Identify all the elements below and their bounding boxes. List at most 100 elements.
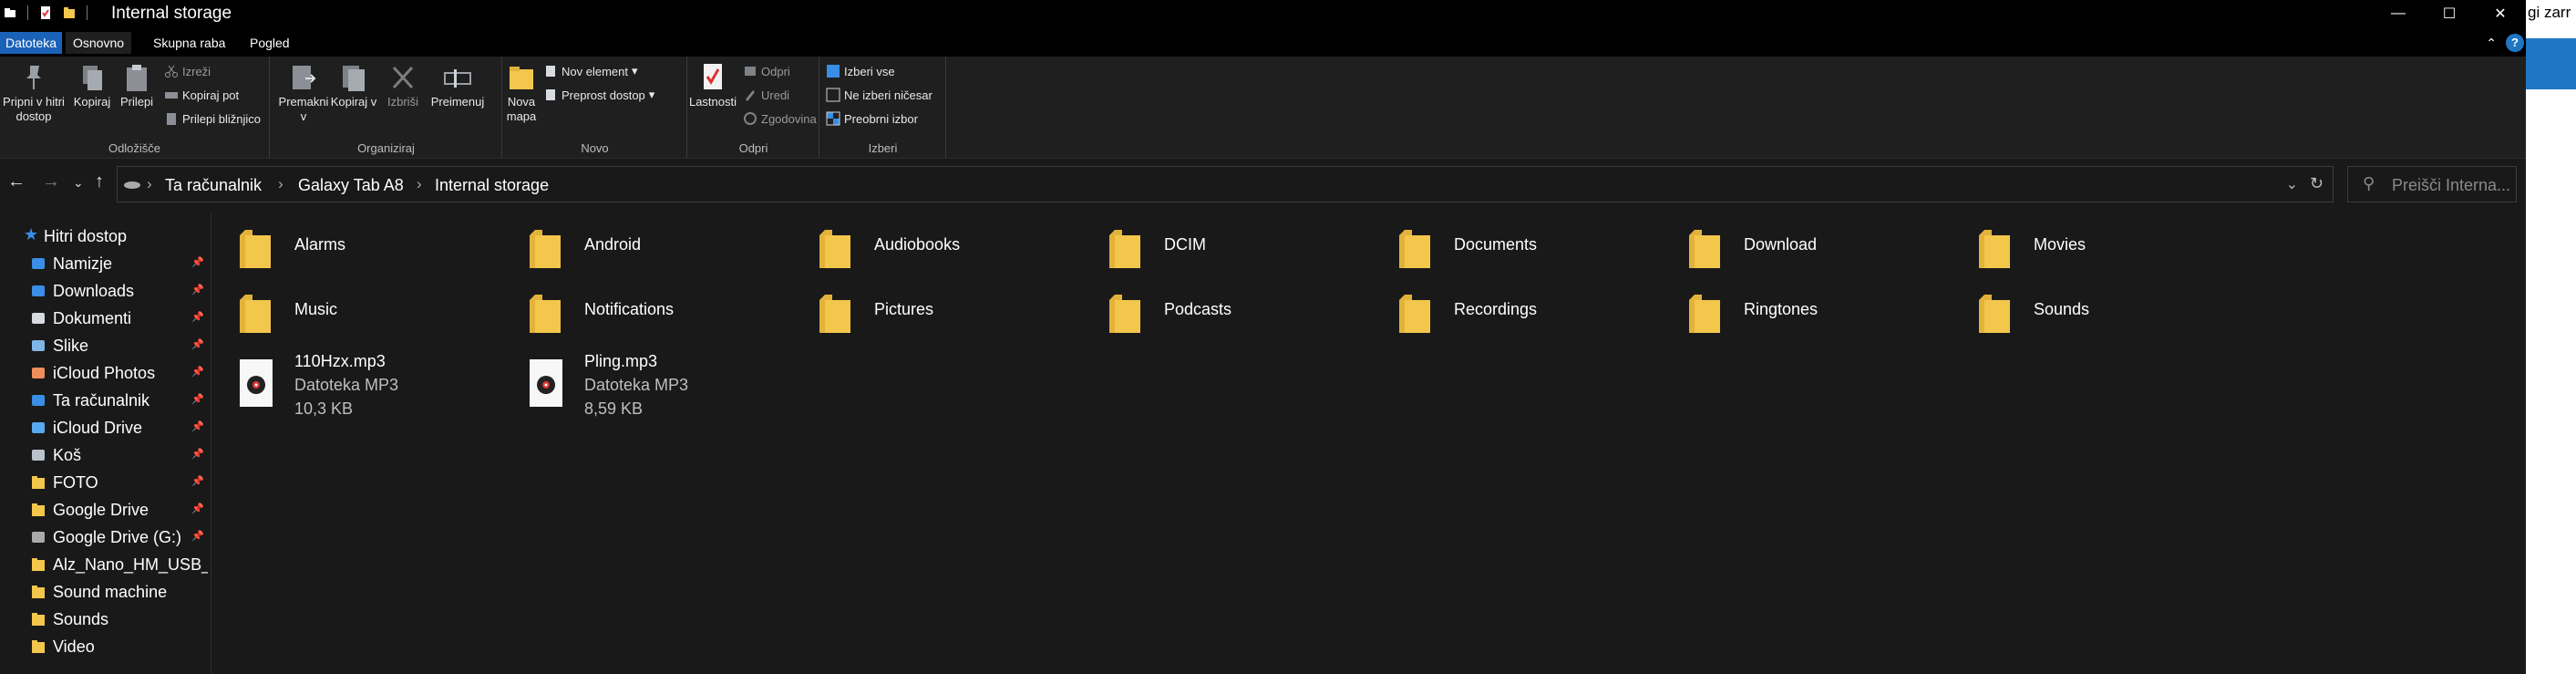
tab-share[interactable]: Skupna raba <box>146 32 232 54</box>
help-icon[interactable]: ? <box>2506 34 2524 52</box>
new-group: Nova mapa Nov element ▾ Preprost dostop … <box>503 57 687 159</box>
sidebar-item[interactable]: Google Drive 📌 <box>0 496 211 524</box>
properties-quick-icon[interactable] <box>39 5 52 20</box>
breadcrumb-this-pc[interactable]: Ta računalnik <box>165 176 262 195</box>
sidebar-item[interactable]: Koš 📌 <box>0 441 211 469</box>
address-bar[interactable]: › Ta računalnik › Galaxy Tab A8 › Intern… <box>117 166 2334 202</box>
up-arrow-icon[interactable]: ↑ <box>95 171 104 192</box>
select-all-icon <box>826 64 840 78</box>
tab-file[interactable]: Datoteka <box>0 32 63 54</box>
sidebar-item-label: Sounds <box>53 610 109 628</box>
close-button[interactable]: ✕ <box>2475 0 2526 27</box>
ribbon: Pripni v hitri dostop Kopiraj Prilepi Iz… <box>0 57 2526 159</box>
sidebar-item[interactable]: Alz_Nano_HM_USB_ <box>0 551 211 578</box>
sidebar-item[interactable]: Sounds <box>0 606 211 633</box>
copy-to-button[interactable]: Kopiraj v <box>329 62 378 109</box>
maximize-button[interactable]: ☐ <box>2424 0 2475 27</box>
select-all-button[interactable]: Izberi vse <box>826 64 895 78</box>
sidebar-item[interactable]: Video <box>0 633 211 660</box>
breadcrumb-galaxy-tab[interactable]: Galaxy Tab A8 <box>298 176 404 195</box>
recent-locations-chevron-icon[interactable]: ⌄ <box>73 175 84 191</box>
folder-item[interactable]: Recordings <box>1372 287 1645 351</box>
move-to-label: Premakni v <box>278 95 329 123</box>
sidebar-item[interactable]: iCloud Photos 📌 <box>0 359 211 387</box>
cut-button[interactable]: Izreži <box>164 64 211 78</box>
folder-item[interactable]: Movies <box>1952 223 2225 286</box>
folder-item[interactable]: Notifications <box>502 287 776 351</box>
pin-quick-access-button[interactable]: Pripni v hitri dostop <box>2 62 66 124</box>
folder-item[interactable]: Ringtones <box>1662 287 1935 351</box>
folder-item[interactable]: Documents <box>1372 223 1645 286</box>
select-none-icon <box>826 88 840 102</box>
refresh-icon[interactable]: ↻ <box>2310 174 2324 193</box>
folder-item[interactable]: Sounds <box>1952 287 2225 351</box>
folder-item[interactable]: Alarms <box>212 223 486 286</box>
title-bar[interactable]: Internal storage — ☐ ✕ <box>0 0 2526 27</box>
sidebar-item[interactable]: Namizje 📌 <box>0 250 211 277</box>
computer-icon <box>30 392 46 409</box>
forward-arrow-icon[interactable]: → <box>42 171 60 192</box>
move-to-button[interactable]: Premakni v <box>278 62 329 124</box>
copy-button[interactable]: Kopiraj <box>69 62 115 109</box>
paste-button[interactable]: Prilepi <box>117 62 157 109</box>
new-folder-quick-icon[interactable] <box>63 5 76 20</box>
background-app[interactable]: gi zarr <box>2526 0 2576 674</box>
open-button[interactable]: Odpri <box>743 64 790 78</box>
pin-icon: 📌 <box>191 503 204 514</box>
sidebar-item[interactable]: Sound machine <box>0 578 211 606</box>
sidebar-item[interactable]: Slike 📌 <box>0 332 211 359</box>
edit-button[interactable]: Uredi <box>743 88 789 102</box>
sidebar-quick-access[interactable]: ★ Hitri dostop <box>0 223 211 250</box>
folder-icon <box>530 287 562 338</box>
back-arrow-icon[interactable]: ← <box>7 171 26 192</box>
tab-home[interactable]: Osnovno <box>66 32 132 54</box>
paste-shortcut-button[interactable]: Prilepi bližnjico <box>164 111 261 126</box>
sidebar-item[interactable]: Downloads 📌 <box>0 277 211 305</box>
history-button[interactable]: Zgodovina <box>743 111 817 126</box>
folder-item[interactable]: Download <box>1662 223 1935 286</box>
rename-button[interactable]: Preimenuj <box>426 62 489 109</box>
sidebar-item[interactable]: iCloud Drive 📌 <box>0 414 211 441</box>
folder-item[interactable]: DCIM <box>1082 223 1355 286</box>
history-clock-icon <box>743 111 757 126</box>
invert-selection-button[interactable]: Preobrni izbor <box>826 111 918 126</box>
navigation-bar: ← → ⌄ ↑ › Ta računalnik › Galaxy Tab A8 … <box>0 162 2526 206</box>
sidebar-item[interactable]: FOTO 📌 <box>0 469 211 496</box>
new-folder-button[interactable]: Nova mapa <box>503 62 540 124</box>
sidebar-item[interactable]: Ta računalnik 📌 <box>0 387 211 414</box>
folder-item[interactable]: Podcasts <box>1082 287 1355 351</box>
address-dropdown-chevron-icon[interactable]: ⌄ <box>2286 175 2298 193</box>
easy-access-icon <box>543 88 558 102</box>
search-box[interactable]: ⚲ Preišči Interna... <box>2347 166 2517 202</box>
sidebar-item[interactable]: Google Drive (G:) 📌 <box>0 524 211 551</box>
easy-access-button[interactable]: Preprost dostop ▾ <box>543 88 654 102</box>
file-item[interactable]: 110Hzx.mp3 Datoteka MP3 10,3 KB <box>212 352 486 425</box>
file-size: 8,59 KB <box>584 399 644 418</box>
folder-icon <box>1689 287 1722 338</box>
file-item[interactable]: Pling.mp3 Datoteka MP3 8,59 KB <box>502 352 776 425</box>
copy-path-button[interactable]: Kopiraj pot <box>164 88 239 102</box>
download-icon <box>30 283 46 299</box>
folder-icon <box>240 223 273 274</box>
sidebar-item[interactable]: Dokumenti 📌 <box>0 305 211 332</box>
collapse-ribbon-chevron-icon[interactable]: ⌃ <box>2486 36 2497 51</box>
file-name: Pling.mp3 <box>584 352 658 370</box>
properties-button[interactable]: Lastnosti <box>688 62 737 109</box>
select-none-button[interactable]: Ne izberi ničesar <box>826 88 933 102</box>
folder-name: Ringtones <box>1744 300 1819 318</box>
new-item-button[interactable]: Nov element ▾ <box>543 64 638 78</box>
folder-name: Download <box>1744 235 1818 254</box>
breadcrumb-internal-storage[interactable]: Internal storage <box>435 176 549 195</box>
minimize-button[interactable]: — <box>2373 0 2424 27</box>
folder-item[interactable]: Android <box>502 223 776 286</box>
folder-item[interactable]: Pictures <box>792 287 1066 351</box>
tab-view[interactable]: Pogled <box>242 32 297 54</box>
folder-item[interactable]: Music <box>212 287 486 351</box>
search-input[interactable]: Preišči Interna... <box>2392 176 2510 195</box>
folder-item[interactable]: Audiobooks <box>792 223 1066 286</box>
delete-button[interactable]: Izbriši <box>382 62 424 109</box>
new-folder-icon <box>507 62 536 93</box>
copy-label: Kopiraj <box>73 95 111 109</box>
folder-name: Documents <box>1454 235 1538 254</box>
pin-icon: 📌 <box>191 284 204 296</box>
